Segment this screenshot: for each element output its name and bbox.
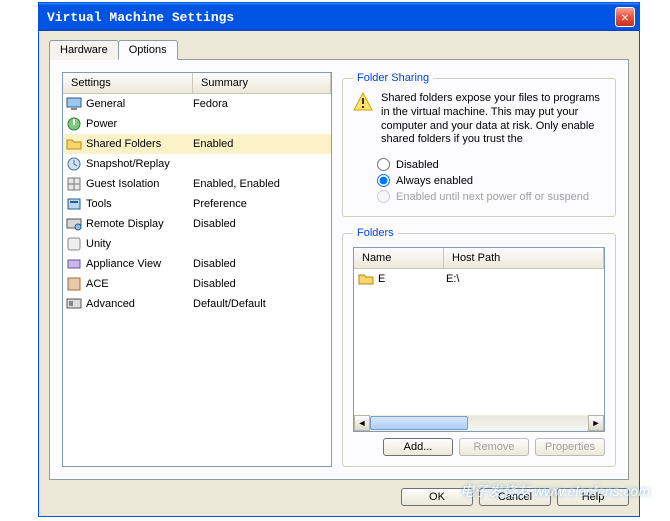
tab-hardware[interactable]: Hardware xyxy=(49,40,119,60)
folders-group: Folders Name Host Path EE:\ ◄ ► xyxy=(342,227,616,467)
right-panel: Folder Sharing Shared folders expose you… xyxy=(342,72,616,467)
titlebar[interactable]: Virtual Machine Settings ✕ xyxy=(39,3,639,31)
help-button[interactable]: Help xyxy=(557,488,629,506)
radio-always[interactable]: Always enabled xyxy=(377,174,605,187)
settings-summary: Enabled xyxy=(193,138,328,150)
folder-hostpath: E:\ xyxy=(446,273,600,285)
settings-summary: Disabled xyxy=(193,218,328,230)
appliance-icon xyxy=(66,256,82,272)
power-icon xyxy=(66,116,82,132)
settings-row-ace[interactable]: ACEDisabled xyxy=(63,274,331,294)
scroll-right-arrow[interactable]: ► xyxy=(588,415,604,431)
settings-row-power[interactable]: Power xyxy=(63,114,331,134)
settings-rows: GeneralFedoraPowerShared FoldersEnabledS… xyxy=(63,94,331,466)
radio-always-label: Always enabled xyxy=(396,175,473,187)
settings-row-unity[interactable]: Unity xyxy=(63,234,331,254)
folders-legend: Folders xyxy=(353,227,398,239)
settings-row-advanced[interactable]: AdvancedDefault/Default xyxy=(63,294,331,314)
radio-until-off-input xyxy=(377,190,390,203)
snapshot-icon xyxy=(66,156,82,172)
settings-name: Snapshot/Replay xyxy=(86,158,193,170)
ace-icon xyxy=(66,276,82,292)
settings-name: General xyxy=(86,98,193,110)
remove-folder-button: Remove xyxy=(459,438,529,456)
folder-sharing-group: Folder Sharing Shared folders expose you… xyxy=(342,72,616,217)
radio-disabled[interactable]: Disabled xyxy=(377,158,605,171)
radio-until-off-label: Enabled until next power off or suspend xyxy=(396,191,589,203)
settings-summary: Default/Default xyxy=(193,298,328,310)
cancel-button[interactable]: Cancel xyxy=(479,488,551,506)
monitor-icon xyxy=(66,96,82,112)
col-header-settings[interactable]: Settings xyxy=(63,73,193,93)
settings-name: Power xyxy=(86,118,193,130)
tab-options[interactable]: Options xyxy=(118,40,178,60)
scroll-track[interactable] xyxy=(370,416,588,430)
settings-list-header: Settings Summary xyxy=(63,73,331,94)
add-folder-button[interactable]: Add... xyxy=(383,438,453,456)
settings-list[interactable]: Settings Summary GeneralFedoraPowerShare… xyxy=(62,72,332,467)
remote-icon xyxy=(66,216,82,232)
folder-icon xyxy=(358,271,374,287)
settings-summary: Disabled xyxy=(193,278,328,290)
tab-panel-options: Settings Summary GeneralFedoraPowerShare… xyxy=(49,59,629,480)
tab-bar: Hardware Options xyxy=(49,40,629,60)
folder-icon xyxy=(66,136,82,152)
folder-name: E xyxy=(378,273,446,285)
settings-summary: Disabled xyxy=(193,258,328,270)
col-header-hostpath[interactable]: Host Path xyxy=(444,248,604,268)
folder-row[interactable]: EE:\ xyxy=(354,269,604,289)
sharing-warning-text: Shared folders expose your files to prog… xyxy=(381,92,605,147)
col-header-name[interactable]: Name xyxy=(354,248,444,268)
folders-list-header: Name Host Path xyxy=(354,248,604,269)
settings-row-general[interactable]: GeneralFedora xyxy=(63,94,331,114)
radio-disabled-label: Disabled xyxy=(396,159,439,171)
settings-name: Unity xyxy=(86,238,193,250)
settings-name: Appliance View xyxy=(86,258,193,270)
settings-name: Guest Isolation xyxy=(86,178,193,190)
folders-list[interactable]: Name Host Path EE:\ ◄ ► xyxy=(353,247,605,432)
settings-dialog: Virtual Machine Settings ✕ Hardware Opti… xyxy=(38,2,640,517)
dialog-body: Hardware Options Settings Summary Genera… xyxy=(39,31,639,516)
settings-row-shared-folders[interactable]: Shared FoldersEnabled xyxy=(63,134,331,154)
folder-properties-button: Properties xyxy=(535,438,605,456)
radio-disabled-input[interactable] xyxy=(377,158,390,171)
settings-row-tools[interactable]: ToolsPreference xyxy=(63,194,331,214)
scroll-thumb[interactable] xyxy=(370,416,468,430)
close-button[interactable]: ✕ xyxy=(615,7,635,27)
folder-sharing-legend: Folder Sharing xyxy=(353,72,433,84)
scroll-left-arrow[interactable]: ◄ xyxy=(354,415,370,431)
folder-rows: EE:\ xyxy=(354,269,604,415)
tools-icon xyxy=(66,196,82,212)
radio-always-input[interactable] xyxy=(377,174,390,187)
horizontal-scrollbar[interactable]: ◄ ► xyxy=(354,415,604,431)
settings-name: Remote Display xyxy=(86,218,193,230)
unity-icon xyxy=(66,236,82,252)
advanced-icon xyxy=(66,296,82,312)
settings-row-appliance-view[interactable]: Appliance ViewDisabled xyxy=(63,254,331,274)
col-header-summary[interactable]: Summary xyxy=(193,73,331,93)
settings-name: Shared Folders xyxy=(86,138,193,150)
settings-summary: Preference xyxy=(193,198,328,210)
window-title: Virtual Machine Settings xyxy=(47,10,615,25)
settings-name: ACE xyxy=(86,278,193,290)
warning-icon xyxy=(353,92,373,112)
isolation-icon xyxy=(66,176,82,192)
settings-row-guest-isolation[interactable]: Guest IsolationEnabled, Enabled xyxy=(63,174,331,194)
settings-summary: Fedora xyxy=(193,98,328,110)
settings-row-remote-display[interactable]: Remote DisplayDisabled xyxy=(63,214,331,234)
settings-name: Advanced xyxy=(86,298,193,310)
settings-summary: Enabled, Enabled xyxy=(193,178,328,190)
radio-until-off: Enabled until next power off or suspend xyxy=(377,190,605,203)
ok-button[interactable]: OK xyxy=(401,488,473,506)
dialog-button-row: OK Cancel Help xyxy=(49,480,629,506)
settings-row-snapshot-replay[interactable]: Snapshot/Replay xyxy=(63,154,331,174)
settings-name: Tools xyxy=(86,198,193,210)
